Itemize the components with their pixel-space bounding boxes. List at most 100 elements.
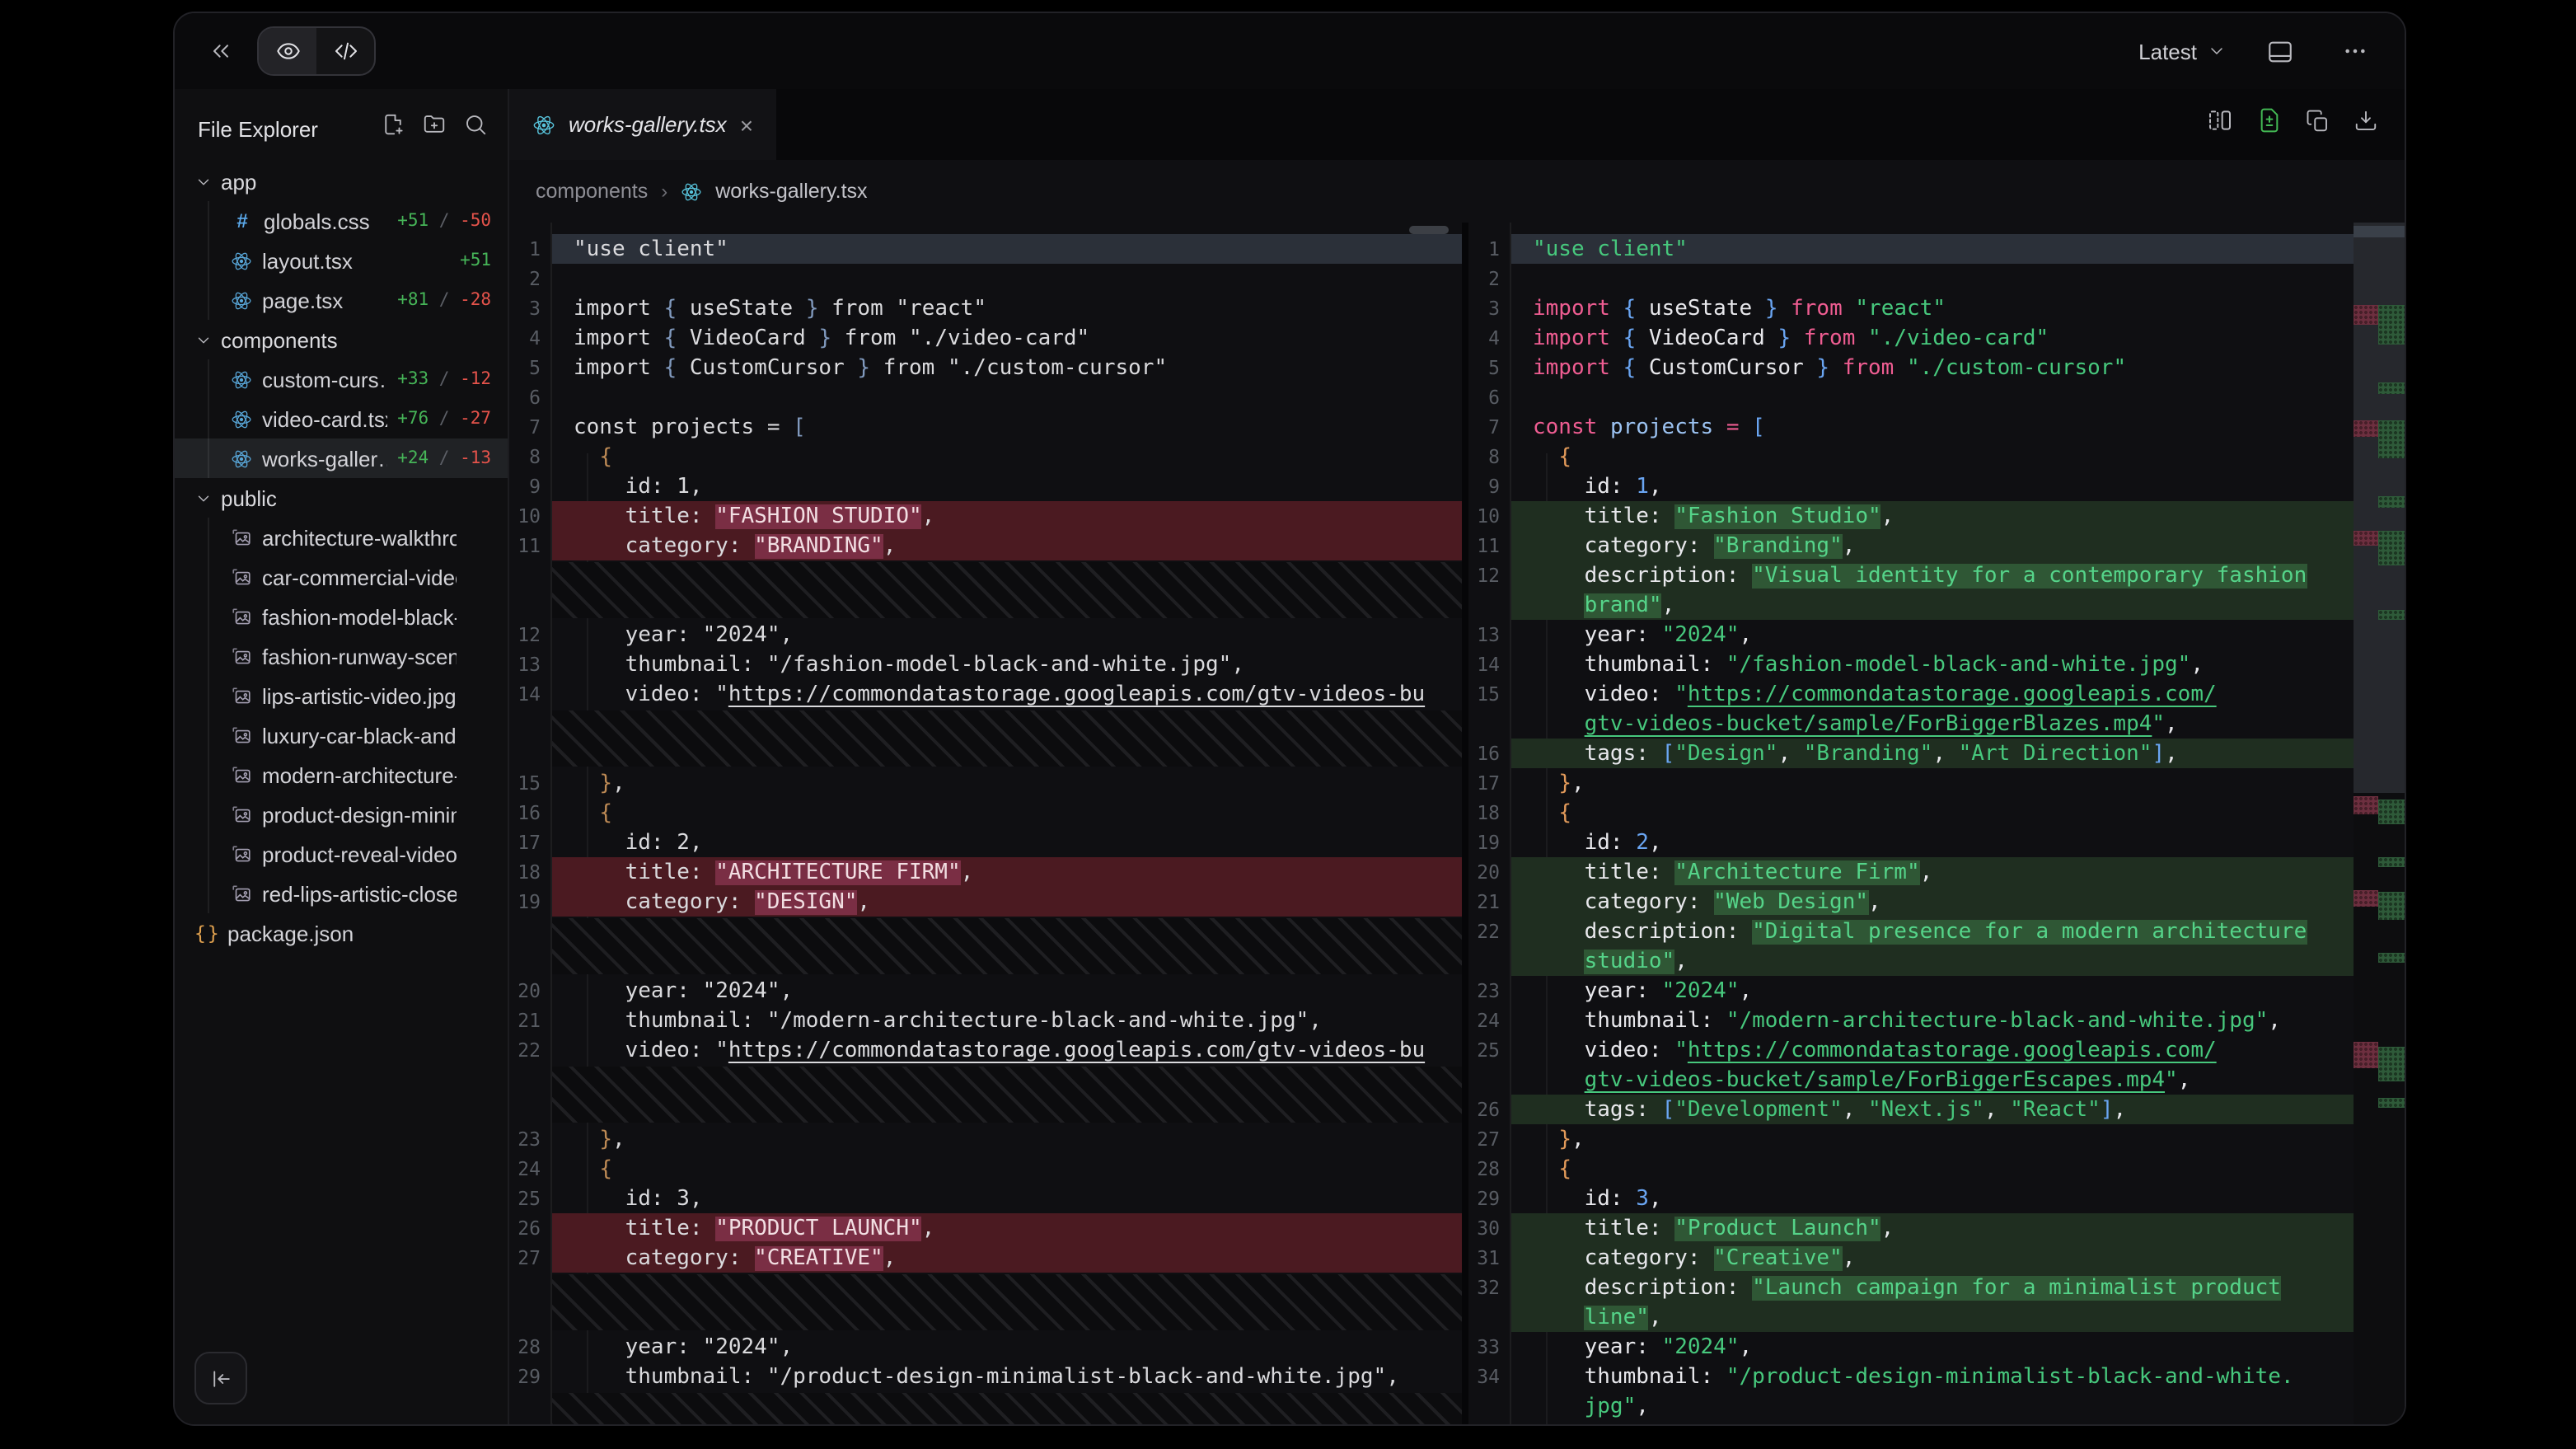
- ruler-addition-mark: [2378, 953, 2406, 963]
- line-number: 3: [509, 297, 552, 320]
- version-dropdown[interactable]: Latest: [2138, 39, 2227, 63]
- line-number: 27: [509, 1246, 552, 1269]
- code-line: 19 id: 2,: [1468, 828, 2354, 857]
- search-files-button[interactable]: [463, 112, 488, 145]
- diff-pane-new[interactable]: 1"use client"23import { useState } from …: [1468, 223, 2354, 1424]
- tree-file-custom-curs-[interactable]: custom-curs…+33 / -12: [175, 359, 508, 399]
- top-bar: Latest: [175, 13, 2405, 89]
- code-line: 19 category: "DESIGN",: [509, 887, 1462, 917]
- line-number: 14: [1468, 653, 1511, 676]
- diff-pane-old[interactable]: 1"use client"23import { useState } from …: [509, 223, 1462, 1424]
- tree-file-modern-architecture-[interactable]: modern-architecture-…: [175, 755, 508, 795]
- line-number: 18: [1468, 801, 1511, 824]
- code-line: 26 title: "PRODUCT LAUNCH",: [509, 1213, 1462, 1243]
- code-text: const projects = [: [1511, 412, 2354, 442]
- tree-file-works-galler-[interactable]: works-galler…+24 / -13: [175, 438, 508, 478]
- show-diff-button[interactable]: [2256, 107, 2283, 142]
- tree-file-red-lips-artistic-close-[interactable]: red-lips-artistic-close…: [175, 874, 508, 913]
- tree-file-lips-artistic-video.jpg[interactable]: lips-artistic-video.jpg: [175, 676, 508, 715]
- line-number: 11: [509, 534, 552, 557]
- code-line: gtv-videos-bucket/sample/ForBiggerBlazes…: [1468, 709, 2354, 739]
- line-number: 11: [1468, 534, 1511, 557]
- tree-file-package.json[interactable]: {}package.json: [175, 913, 508, 953]
- tree-file-globals.css[interactable]: #globals.css+51 / -50: [175, 201, 508, 241]
- preview-toggle-button[interactable]: [259, 28, 316, 74]
- breadcrumb-file[interactable]: works-gallery.tsx: [715, 180, 867, 203]
- code-text: year: "2024",: [552, 620, 1462, 649]
- ruler-addition-mark: [2378, 305, 2406, 345]
- code-line: studio",: [1468, 946, 2354, 976]
- copy-button[interactable]: [2306, 108, 2330, 141]
- collapse-left-icon: [208, 1366, 233, 1390]
- tree-item-label: fashion-runway-scen…: [262, 644, 457, 668]
- code-text: {: [552, 442, 1462, 471]
- code-line: 18 title: "ARCHITECTURE FIRM",: [509, 857, 1462, 887]
- tree-file-fashion-model-black-[interactable]: fashion-model-black-…: [175, 597, 508, 636]
- diff-count-badge: +81 / -28: [397, 290, 491, 310]
- tree-item-label: architecture-walkthro…: [262, 525, 457, 550]
- code-text: thumbnail: "/fashion-model-black-and-whi…: [552, 649, 1462, 679]
- file-tree: app#globals.css+51 / -50layout.tsx+51pag…: [175, 162, 508, 953]
- new-folder-button[interactable]: [422, 112, 447, 145]
- collapse-sidebar-button[interactable]: [194, 1352, 247, 1404]
- tree-file-architecture-walkthro-[interactable]: architecture-walkthro…: [175, 518, 508, 557]
- code-line: line",: [1468, 1302, 2354, 1332]
- diff-overview-ruler[interactable]: [2354, 223, 2406, 1424]
- image-icon: [231, 645, 252, 667]
- layout-panel-button[interactable]: [2256, 28, 2302, 74]
- new-file-button[interactable]: [381, 112, 405, 145]
- line-number: 2: [509, 267, 552, 290]
- diff-placeholder-block: [509, 1065, 1462, 1124]
- ruler-addition-mark: [2378, 857, 2406, 867]
- tree-file-luxury-car-black-and-[interactable]: luxury-car-black-and-…: [175, 715, 508, 755]
- line-number: 13: [1468, 623, 1511, 646]
- ruler-deletion-mark: [2354, 305, 2378, 325]
- diff-toolbar: [2207, 89, 2405, 160]
- tree-file-product-reveal-video.j-[interactable]: product-reveal-video.j…: [175, 834, 508, 874]
- react-icon: [231, 408, 252, 429]
- image-icon: [231, 566, 252, 588]
- breadcrumb-separator-icon: ›: [661, 180, 667, 203]
- code-line: 4import { VideoCard } from "./video-card…: [509, 323, 1462, 353]
- code-text: thumbnail: "/modern-architecture-black-a…: [1511, 1006, 2354, 1035]
- code-line: 21 category: "Web Design",: [1468, 887, 2354, 917]
- react-icon: [231, 289, 252, 311]
- code-line: 1"use client": [1468, 234, 2354, 264]
- ruler-addition-mark: [2378, 610, 2406, 620]
- code-line: 9 id: 1,: [1468, 471, 2354, 501]
- tree-file-product-design-minim-[interactable]: product-design-minim…: [175, 795, 508, 834]
- split-view-button[interactable]: [2207, 107, 2233, 142]
- code-line: 7const projects = [: [509, 412, 1462, 442]
- image-icon: [231, 764, 252, 785]
- line-number: 16: [509, 801, 552, 824]
- breadcrumb-folder[interactable]: components: [536, 180, 648, 203]
- collapse-panel-button[interactable]: [198, 28, 244, 74]
- tree-folder-public[interactable]: public: [175, 478, 508, 518]
- tree-file-fashion-runway-scen-[interactable]: fashion-runway-scen…: [175, 636, 508, 676]
- code-text: id: 3,: [1511, 1184, 2354, 1213]
- tree-item-label: layout.tsx: [262, 248, 353, 273]
- download-button[interactable]: [2354, 108, 2378, 141]
- code-line: 25 video: "https://commondatastorage.goo…: [1468, 1035, 2354, 1065]
- line-number: 1: [1468, 237, 1511, 260]
- tree-file-layout.tsx[interactable]: layout.tsx+51: [175, 241, 508, 280]
- line-number: 20: [1468, 860, 1511, 884]
- image-icon: [231, 685, 252, 706]
- app-window-stage: Latest File Explorer: [0, 0, 2576, 1449]
- tab-close-button[interactable]: ×: [740, 113, 753, 136]
- tree-folder-app[interactable]: app: [175, 162, 508, 201]
- tree-file-page.tsx[interactable]: page.tsx+81 / -28: [175, 280, 508, 320]
- scrollbar-thumb[interactable]: [1409, 226, 1449, 234]
- line-number: 4: [1468, 326, 1511, 349]
- tab-works-gallery[interactable]: works-gallery.tsx ×: [509, 89, 776, 160]
- tree-file-video-card.tsx[interactable]: video-card.tsx+76 / -27: [175, 399, 508, 438]
- line-number: 2: [1468, 267, 1511, 290]
- main-content: File Explorer app#globals.css+51 / -50la…: [175, 89, 2405, 1424]
- code-toggle-button[interactable]: [316, 28, 374, 74]
- more-options-button[interactable]: [2332, 28, 2378, 74]
- chevron-down-icon: [2207, 41, 2227, 61]
- tree-file-car-commercial-video-[interactable]: car-commercial-video…: [175, 557, 508, 597]
- tree-folder-components[interactable]: components: [175, 320, 508, 359]
- code-line: 29 id: 3,: [1468, 1184, 2354, 1213]
- line-number: 33: [1468, 1335, 1511, 1358]
